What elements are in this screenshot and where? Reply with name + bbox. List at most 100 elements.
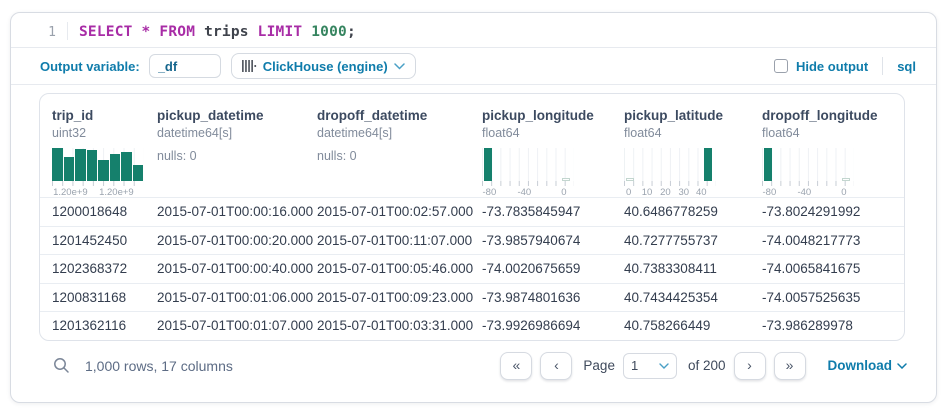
column-type: datetime64[s]: [157, 126, 317, 140]
hide-output-label[interactable]: Hide output: [796, 59, 868, 74]
search-icon[interactable]: [53, 357, 70, 374]
table-row[interactable]: 12023683722015-07-01T00:00:40.0002015-07…: [40, 254, 904, 283]
next-page-button[interactable]: ›: [734, 352, 766, 380]
column-type: uint32: [52, 126, 157, 140]
table-row[interactable]: 12000186482015-07-01T00:00:16.0002015-07…: [40, 197, 904, 226]
histogram-axis-labels: -80-400: [482, 186, 574, 197]
toolbar-divider: [882, 57, 883, 75]
column-name: trip_id: [52, 104, 157, 123]
table-cell: 40.758266449: [624, 318, 762, 333]
table-cell: -74.0057525635: [762, 290, 905, 305]
page-number-select[interactable]: 1: [623, 353, 677, 379]
line-number: 1: [11, 22, 68, 40]
histogram-bar: [484, 148, 492, 181]
column-histogram: -80-400: [762, 148, 854, 197]
table-cell: 1200018648: [52, 204, 157, 219]
table-cell: 40.7383308411: [624, 261, 762, 276]
last-page-button[interactable]: »: [774, 352, 806, 380]
clickhouse-icon: [242, 60, 257, 72]
column-name: pickup_latitude: [624, 104, 762, 123]
histogram-bar: [626, 178, 634, 181]
sql-token: [302, 24, 311, 40]
histogram-axis-labels: 1.20e+91.20e+9: [52, 186, 144, 197]
chevron-down-icon: [897, 363, 907, 369]
column-type: float64: [482, 126, 624, 140]
table-cell: 2015-07-01T00:11:07.000: [317, 233, 482, 248]
output-variable-label: Output variable:: [40, 59, 140, 74]
histogram-bar: [64, 157, 75, 181]
first-page-button[interactable]: «: [500, 352, 532, 380]
table-cell: 2015-07-01T00:03:31.000: [317, 318, 482, 333]
table-cell: 40.7277755737: [624, 233, 762, 248]
histogram-bar: [704, 148, 712, 181]
column-name: pickup_longitude: [482, 104, 624, 123]
histogram-bar: [133, 165, 144, 182]
table-cell: 2015-07-01T00:00:16.000: [157, 204, 317, 219]
column-header-pickup_datetime[interactable]: pickup_datetimedatetime64[s]nulls: 0: [157, 104, 317, 197]
column-header-trip_id[interactable]: trip_id uint32 1.20e+91.20e+9: [52, 104, 157, 197]
table-cell: -74.0048217773: [762, 233, 905, 248]
histogram-bar: [121, 152, 132, 181]
cell-language-badge[interactable]: sql: [897, 59, 916, 74]
column-type: float64: [624, 126, 762, 140]
sql-token: ;: [347, 24, 356, 40]
table-body: 12000186482015-07-01T00:00:16.0002015-07…: [40, 197, 904, 340]
sql-token: trips: [195, 24, 258, 40]
table-cell: -73.9857940674: [482, 233, 624, 248]
table-cell: 1201452450: [52, 233, 157, 248]
table-cell: 2015-07-01T00:02:57.000: [317, 204, 482, 219]
prev-page-button[interactable]: ‹: [540, 352, 572, 380]
column-name: dropoff_longitude: [762, 104, 905, 123]
histogram-bar: [764, 148, 772, 181]
sql-code[interactable]: SELECT * FROM trips LIMIT 1000;: [68, 22, 356, 40]
sql-token: FROM: [159, 24, 195, 40]
column-header-pickup_latitude[interactable]: pickup_latitude float64 010203040: [624, 104, 762, 197]
sql-token: [133, 24, 142, 40]
column-name: pickup_datetime: [157, 104, 317, 123]
table-cell: 2015-07-01T00:09:23.000: [317, 290, 482, 305]
table-cell: 1201362116: [52, 318, 157, 333]
table-header-row: trip_id uint32 1.20e+91.20e+9 pickup_dateti…: [40, 94, 904, 197]
sql-token: 1000: [311, 24, 347, 40]
download-label: Download: [828, 358, 893, 373]
sql-token: SELECT: [79, 24, 133, 40]
column-histogram: -80-400: [482, 148, 574, 197]
table-footer: 1,000 rows, 17 columns « ‹ Page 1 of 200…: [39, 341, 931, 387]
download-link[interactable]: Download: [828, 358, 908, 373]
hide-output-checkbox[interactable]: [774, 59, 788, 73]
table-cell: 1202368372: [52, 261, 157, 276]
page-number-value: 1: [631, 358, 638, 373]
table-row[interactable]: 12014524502015-07-01T00:00:20.0002015-07…: [40, 226, 904, 255]
table-cell: 40.7434425354: [624, 290, 762, 305]
column-header-dropoff_datetime[interactable]: dropoff_datetimedatetime64[s]nulls: 0: [317, 104, 482, 197]
table-cell: 2015-07-01T00:00:40.000: [157, 261, 317, 276]
table-cell: 2015-07-01T00:01:07.000: [157, 318, 317, 333]
table-cell: 2015-07-01T00:01:06.000: [157, 290, 317, 305]
histogram-axis-labels: 010203040: [624, 186, 716, 197]
table-cell: 40.6486778259: [624, 204, 762, 219]
histogram-bar: [75, 149, 86, 181]
column-type: float64: [762, 126, 905, 140]
histogram-bar: [110, 154, 121, 181]
histogram-bar: [842, 178, 850, 181]
histogram-bar: [562, 178, 570, 181]
chevron-down-icon: [394, 63, 405, 70]
chevron-down-icon: [659, 363, 669, 369]
page-label: Page: [583, 358, 615, 373]
column-header-dropoff_longitude[interactable]: dropoff_longitude float64 -80-400: [762, 104, 905, 197]
sql-editor[interactable]: 1 SELECT * FROM trips LIMIT 1000;: [11, 13, 936, 47]
sql-cell-card: 1 SELECT * FROM trips LIMIT 1000; Output…: [10, 12, 937, 403]
table-row[interactable]: 12008311682015-07-01T00:01:06.0002015-07…: [40, 283, 904, 312]
column-histogram: 010203040: [624, 148, 716, 197]
table-cell: -73.9874801636: [482, 290, 624, 305]
column-histogram: 1.20e+91.20e+9: [52, 148, 144, 197]
table-cell: 2015-07-01T00:00:20.000: [157, 233, 317, 248]
output-variable-input[interactable]: [149, 54, 221, 78]
table-row[interactable]: 12013621162015-07-01T00:01:07.0002015-07…: [40, 311, 904, 340]
engine-selector-button[interactable]: ClickHouse (engine): [231, 53, 416, 79]
histogram-bar: [52, 148, 63, 181]
engine-selector-label: ClickHouse (engine): [263, 59, 388, 74]
output-panel: trip_id uint32 1.20e+91.20e+9 pickup_dateti…: [11, 85, 936, 387]
column-header-pickup_longitude[interactable]: pickup_longitude float64 -80-400: [482, 104, 624, 197]
table-cell: -73.7835845947: [482, 204, 624, 219]
